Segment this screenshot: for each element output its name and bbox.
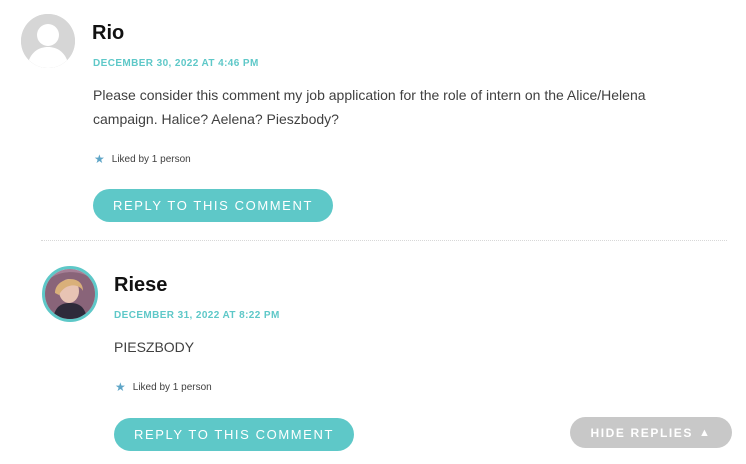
comment-date[interactable]: DECEMBER 31, 2022 AT 8:22 PM xyxy=(114,310,280,321)
user-photo xyxy=(45,269,95,319)
likes-label[interactable]: Liked by 1 person xyxy=(112,154,191,165)
comment-author[interactable]: Riese xyxy=(114,274,167,297)
comment-text: PIESZBODY xyxy=(114,339,195,355)
likes-label[interactable]: Liked by 1 person xyxy=(133,382,212,393)
avatar-rio xyxy=(21,14,75,68)
comment-author[interactable]: Rio xyxy=(92,22,124,45)
hide-replies-button[interactable]: HIDE REPLIES ▲ xyxy=(570,417,732,448)
default-avatar-icon xyxy=(21,14,75,68)
avatar-riese xyxy=(42,266,98,322)
hide-replies-label: HIDE REPLIES xyxy=(590,425,694,440)
triangle-up-icon: ▲ xyxy=(699,426,712,439)
likes-summary: ★ Liked by 1 person xyxy=(94,152,191,166)
reply-button[interactable]: REPLY TO THIS COMMENT xyxy=(114,418,354,451)
star-icon: ★ xyxy=(94,152,105,166)
comment-text-line-1: Please consider this comment my job appl… xyxy=(93,87,646,103)
comment-date[interactable]: DECEMBER 30, 2022 AT 4:46 PM xyxy=(93,58,259,69)
comment-divider xyxy=(41,240,727,241)
comment-text-line-2: campaign. Halice? Aelena? Pieszbody? xyxy=(93,111,339,127)
star-icon: ★ xyxy=(115,380,126,394)
likes-summary: ★ Liked by 1 person xyxy=(115,380,212,394)
reply-button[interactable]: REPLY TO THIS COMMENT xyxy=(93,189,333,222)
